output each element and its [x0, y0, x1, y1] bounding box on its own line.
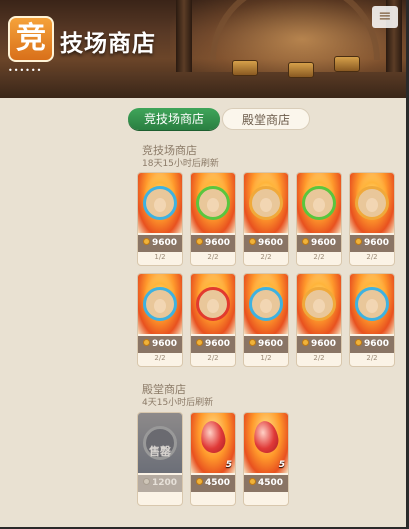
- stock-count: 1/2: [260, 354, 272, 362]
- hero-portrait-icon: [302, 287, 336, 321]
- stock-count: 2/2: [366, 253, 378, 261]
- price-value: 9600: [310, 339, 337, 349]
- treasure-chest-icon: [288, 62, 314, 78]
- treasure-chest-icon: [334, 56, 360, 72]
- coin-icon: [142, 238, 150, 245]
- price-value: 9600: [151, 339, 178, 349]
- price-tag: 9600: [191, 235, 235, 252]
- price-value: 1200: [151, 478, 178, 488]
- price-value: 9600: [204, 339, 231, 349]
- item-quantity: 5: [225, 460, 232, 470]
- shop-item-card[interactable]: 9600 2/2: [349, 273, 395, 367]
- hero-portrait-icon: [249, 186, 283, 220]
- price-tag: 9600: [138, 235, 182, 252]
- price-tag: 1200: [138, 475, 182, 492]
- stock-count: 2/2: [313, 354, 325, 362]
- price-tag: 9600: [138, 336, 182, 353]
- banner-floor: [0, 72, 406, 98]
- coin-icon: [301, 238, 309, 245]
- stock-count: 2/2: [207, 253, 219, 261]
- price-value: 4500: [204, 478, 231, 488]
- shop-item-card[interactable]: 9600 2/2: [296, 172, 342, 266]
- shop-item-card[interactable]: 9600 1/2: [243, 273, 289, 367]
- price-tag: 9600: [244, 235, 288, 252]
- coin-icon: [195, 478, 203, 485]
- shop-item-card[interactable]: 9600 2/2: [190, 172, 236, 266]
- coin-icon: [248, 238, 256, 245]
- shop-item-card[interactable]: 9600 2/2: [190, 273, 236, 367]
- price-value: 9600: [363, 238, 390, 248]
- coin-icon: [248, 339, 256, 346]
- menu-button[interactable]: ≡: [372, 6, 398, 28]
- item-quantity: 5: [278, 460, 285, 470]
- hero-portrait-icon: [143, 287, 177, 321]
- price-tag: 9600: [244, 336, 288, 353]
- coin-icon: [248, 478, 256, 485]
- sold-out-card: 售罄 1200: [137, 412, 183, 506]
- price-value: 9600: [310, 238, 337, 248]
- coin-icon: [195, 238, 203, 245]
- price-tag: 9600: [350, 235, 394, 252]
- price-value: 4500: [257, 478, 284, 488]
- title-dots: ••••••: [8, 66, 43, 75]
- shop-item-card[interactable]: 9600 2/2: [349, 172, 395, 266]
- price-value: 9600: [151, 238, 178, 248]
- arena-badge-icon: 竞: [8, 16, 54, 62]
- stock-count: 2/2: [154, 354, 166, 362]
- price-value: 9600: [257, 339, 284, 349]
- stock-count: 2/2: [260, 253, 272, 261]
- coin-icon: [354, 339, 362, 346]
- shop-item-card[interactable]: 9600 2/2: [243, 172, 289, 266]
- price-tag: 4500: [191, 475, 235, 492]
- hero-portrait-icon: [196, 287, 230, 321]
- shop-item-card[interactable]: 9600 2/2: [296, 273, 342, 367]
- coin-icon: [354, 238, 362, 245]
- shop-item-card[interactable]: 9600 1/2: [137, 172, 183, 266]
- shop-item-card[interactable]: 9600 2/2: [137, 273, 183, 367]
- hall-item-card[interactable]: 5 4500: [190, 412, 236, 506]
- stock-count: 2/2: [313, 253, 325, 261]
- price-tag: 9600: [297, 235, 341, 252]
- price-tag: 4500: [244, 475, 288, 492]
- price-tag: 9600: [350, 336, 394, 353]
- hero-portrait-icon: [143, 186, 177, 220]
- banner-arch: [210, 0, 380, 60]
- hero-portrait-icon: [355, 287, 389, 321]
- sold-out-label: 售罄: [149, 445, 171, 458]
- price-value: 9600: [204, 238, 231, 248]
- price-tag: 9600: [191, 336, 235, 353]
- page-title: 技场商店: [60, 30, 156, 57]
- hero-portrait-icon: [302, 186, 336, 220]
- price-value: 9600: [257, 238, 284, 248]
- arena-refresh-text: 18天15小时后刷新: [142, 159, 219, 169]
- coin-icon: [142, 478, 150, 485]
- hero-portrait-icon: [249, 287, 283, 321]
- stock-count: 1/2: [154, 253, 166, 261]
- hall-refresh-text: 4天15小时后刷新: [142, 398, 214, 408]
- price-tag: 9600: [297, 336, 341, 353]
- stock-count: 2/2: [207, 354, 219, 362]
- hero-portrait-icon: [196, 186, 230, 220]
- coin-icon: [301, 339, 309, 346]
- coin-icon: [195, 339, 203, 346]
- price-value: 9600: [363, 339, 390, 349]
- hero-portrait-icon: [355, 186, 389, 220]
- treasure-chest-icon: [232, 60, 258, 76]
- hall-item-card[interactable]: 5 4500: [243, 412, 289, 506]
- coin-icon: [142, 339, 150, 346]
- tab-hall-shop[interactable]: 殿堂商店: [222, 108, 310, 130]
- tab-arena-shop[interactable]: 竞技场商店: [128, 108, 220, 130]
- stock-count: 2/2: [366, 354, 378, 362]
